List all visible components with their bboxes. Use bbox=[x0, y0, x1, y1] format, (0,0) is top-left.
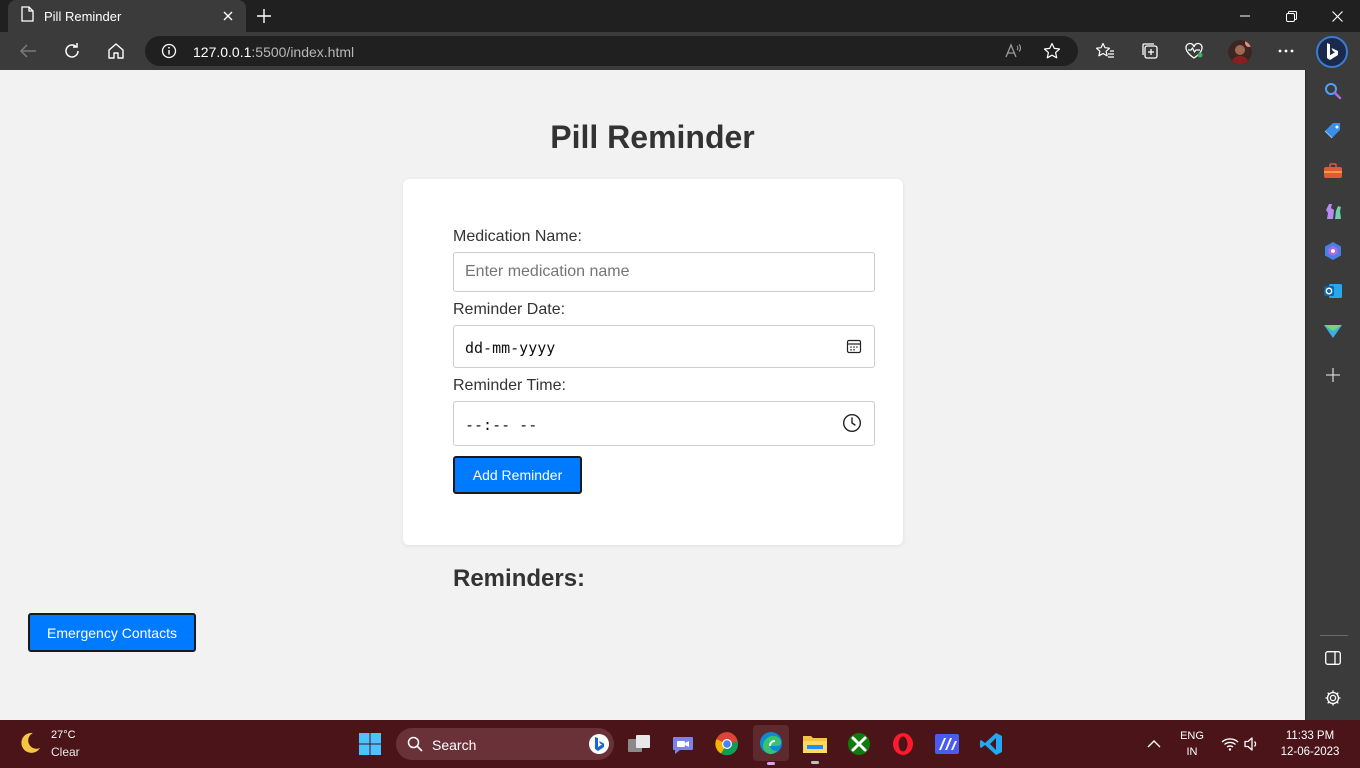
close-tab-icon[interactable] bbox=[218, 6, 238, 26]
explorer-running-indicator bbox=[811, 761, 819, 764]
browser-toolbar: 127.0.0.1:5500/index.html bbox=[0, 32, 1360, 70]
games-icon[interactable] bbox=[1320, 198, 1346, 224]
collections-icon[interactable] bbox=[1136, 37, 1164, 65]
reminder-date-label: Reminder Date: bbox=[453, 301, 566, 318]
read-aloud-icon[interactable] bbox=[1004, 42, 1022, 65]
edge-icon[interactable] bbox=[753, 725, 789, 765]
reminder-time-input[interactable]: --:-- -- bbox=[453, 401, 875, 446]
search-icon[interactable] bbox=[1320, 78, 1346, 104]
bing-chat-button[interactable] bbox=[1316, 36, 1348, 68]
back-arrow-icon[interactable] bbox=[14, 37, 42, 65]
reminder-date-value: dd-mm-yyyy bbox=[465, 339, 556, 357]
reminders-heading: Reminders: bbox=[453, 565, 586, 592]
tools-briefcase-icon[interactable] bbox=[1320, 158, 1346, 184]
sidebar-divider bbox=[1320, 635, 1348, 636]
minimize-button[interactable] bbox=[1222, 0, 1268, 32]
wifi-icon[interactable] bbox=[1221, 737, 1239, 756]
chrome-icon[interactable] bbox=[711, 728, 743, 760]
taskbar-search-box[interactable]: Search bbox=[396, 728, 614, 760]
hide-sidebar-icon[interactable] bbox=[1320, 645, 1346, 671]
taskbar-search-label: Search bbox=[432, 737, 477, 753]
edge-sidebar bbox=[1305, 70, 1360, 720]
language-code[interactable]: ENG bbox=[1176, 730, 1208, 742]
edge-active-indicator bbox=[767, 762, 775, 765]
reminder-time-value: --:-- -- bbox=[465, 416, 538, 434]
taskbar-search-icon bbox=[407, 736, 423, 757]
url-host: 127.0.0.1 bbox=[193, 44, 252, 60]
profile-badge-icon bbox=[1245, 40, 1252, 47]
page-icon bbox=[20, 5, 34, 27]
weather-condition[interactable]: Clear bbox=[51, 745, 80, 759]
volume-icon[interactable] bbox=[1243, 736, 1261, 757]
add-sidebar-app-icon[interactable] bbox=[1320, 362, 1346, 388]
more-options-icon[interactable] bbox=[1272, 37, 1300, 65]
favorites-icon[interactable] bbox=[1091, 37, 1119, 65]
reminder-form-card: Medication Name: Enter medication name R… bbox=[403, 179, 903, 545]
opera-icon[interactable] bbox=[887, 728, 919, 760]
teams-chat-icon[interactable] bbox=[667, 728, 699, 760]
browser-essentials-icon[interactable] bbox=[1180, 37, 1208, 65]
add-reminder-button[interactable]: Add Reminder bbox=[453, 456, 582, 494]
task-view-icon[interactable] bbox=[623, 728, 655, 760]
restore-button[interactable] bbox=[1268, 0, 1314, 32]
site-info-icon[interactable] bbox=[161, 43, 177, 64]
weather-temperature[interactable]: 27°C bbox=[51, 729, 76, 741]
home-icon[interactable] bbox=[102, 37, 130, 65]
medication-name-placeholder: Enter medication name bbox=[465, 263, 630, 280]
reminder-date-input[interactable]: dd-mm-yyyy bbox=[453, 325, 875, 368]
address-bar[interactable]: 127.0.0.1:5500/index.html bbox=[145, 36, 1078, 66]
medication-name-input[interactable]: Enter medication name bbox=[453, 252, 875, 292]
browser-titlebar: Pill Reminder bbox=[0, 0, 1360, 32]
shopping-tag-icon[interactable] bbox=[1320, 118, 1346, 144]
sidebar-settings-gear-icon[interactable] bbox=[1320, 685, 1346, 711]
clock-date[interactable]: 12-06-2023 bbox=[1270, 746, 1350, 758]
clock-time[interactable]: 11:33 PM bbox=[1270, 730, 1350, 742]
copilot-icon[interactable] bbox=[1320, 238, 1346, 264]
app-launcher-icon[interactable] bbox=[931, 728, 963, 760]
url-path: :5500/index.html bbox=[251, 44, 355, 60]
profile-avatar[interactable] bbox=[1228, 40, 1252, 64]
xbox-icon[interactable] bbox=[843, 728, 875, 760]
windows-taskbar: 27°C Clear Search ENG IN 11:33 PM 12-06-… bbox=[0, 720, 1360, 768]
medication-name-label: Medication Name: bbox=[453, 228, 582, 245]
page-title: Pill Reminder bbox=[550, 119, 755, 155]
new-tab-button[interactable] bbox=[252, 4, 276, 28]
vscode-icon[interactable] bbox=[975, 728, 1007, 760]
outlook-icon[interactable] bbox=[1320, 278, 1346, 304]
weather-moon-icon[interactable] bbox=[18, 731, 42, 760]
page-content: Pill Reminder Medication Name: Enter med… bbox=[0, 70, 1305, 720]
tab-title: Pill Reminder bbox=[44, 8, 122, 24]
close-window-button[interactable] bbox=[1314, 0, 1360, 32]
url-text: 127.0.0.1:5500/index.html bbox=[193, 44, 354, 60]
bing-search-icon bbox=[588, 733, 610, 760]
clock-icon[interactable] bbox=[842, 413, 862, 433]
refresh-icon[interactable] bbox=[58, 37, 86, 65]
favorite-star-icon[interactable] bbox=[1043, 42, 1061, 65]
reminder-time-label: Reminder Time: bbox=[453, 377, 566, 394]
show-hidden-icons-chevron-icon[interactable] bbox=[1138, 728, 1170, 760]
emergency-contacts-button[interactable]: Emergency Contacts bbox=[28, 613, 196, 652]
file-explorer-icon[interactable] bbox=[799, 728, 831, 764]
calendar-icon[interactable] bbox=[846, 338, 862, 354]
browser-tab[interactable]: Pill Reminder bbox=[8, 0, 246, 32]
windows-start-icon[interactable] bbox=[354, 728, 386, 760]
drop-send-icon[interactable] bbox=[1320, 318, 1346, 344]
region-code[interactable]: IN bbox=[1176, 746, 1208, 758]
